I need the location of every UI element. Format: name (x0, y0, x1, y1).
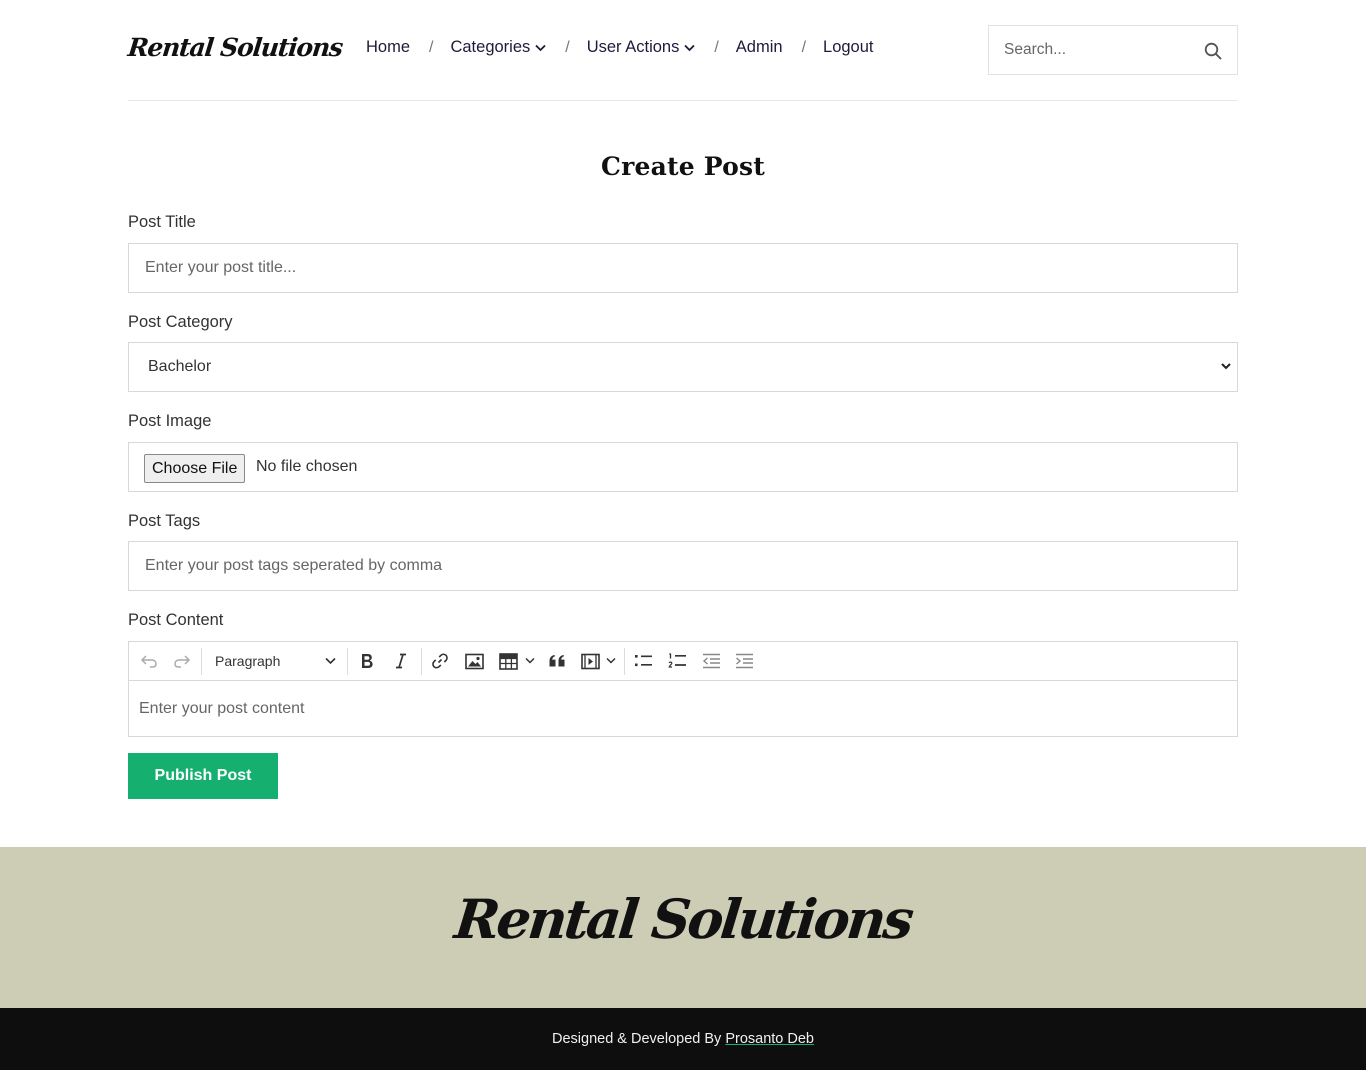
post-title-field (128, 243, 1238, 293)
footer-band: Rental Solutions (0, 847, 1366, 1008)
nav-label: Logout (823, 38, 874, 56)
nav-item-logout[interactable]: Logout (823, 38, 873, 57)
post-content-label: Post Content (128, 611, 224, 629)
file-status-text: No file chosen (256, 458, 358, 475)
editor-content-area[interactable]: Enter your post content (139, 700, 304, 718)
nav-separator: / (714, 38, 719, 56)
main-nav: Home / Categories / User Actions / Admin… (366, 38, 874, 57)
post-tags-field (128, 541, 1238, 591)
post-category-value: Bachelor (148, 358, 212, 375)
toolbar-divider (347, 648, 348, 675)
toolbar-divider (624, 648, 625, 675)
image-icon[interactable] (463, 650, 485, 672)
toolbar-divider (421, 648, 422, 675)
indent-icon[interactable] (733, 650, 755, 672)
credit-link[interactable]: Prosanto Deb (725, 1031, 814, 1047)
italic-icon[interactable] (390, 650, 412, 672)
page-title: Create Post (601, 152, 765, 181)
post-category-label: Post Category (128, 313, 233, 331)
post-tags-input[interactable] (129, 542, 1237, 590)
bulleted-list-icon[interactable] (632, 650, 654, 672)
footer-credit: Designed & Developed By Prosanto Deb (0, 1031, 1366, 1047)
table-icon[interactable] (497, 650, 519, 672)
nav-label: User Actions (586, 38, 680, 56)
site-logo[interactable]: Rental Solutions (126, 33, 343, 62)
numbered-list-icon[interactable] (666, 650, 688, 672)
post-image-label: Post Image (128, 412, 212, 430)
search-icon[interactable] (1203, 41, 1223, 61)
chevron-down-icon (325, 657, 336, 665)
site-header: Rental Solutions Home / Categories / Use… (126, 0, 1238, 101)
footer-bar: Designed & Developed By Prosanto Deb (0, 1008, 1366, 1070)
nav-label: Categories (450, 38, 531, 56)
post-tags-label: Post Tags (128, 512, 201, 530)
chevron-down-icon (1221, 363, 1231, 370)
publish-post-button[interactable]: Publish Post (128, 753, 278, 799)
toolbar-divider (201, 648, 202, 675)
nav-label: Home (366, 38, 411, 56)
editor-toolbar: Paragraph (129, 642, 1237, 681)
post-title-label: Post Title (128, 213, 196, 231)
nav-item-user-actions[interactable]: User Actions (587, 38, 696, 57)
nav-item-categories[interactable]: Categories (450, 38, 546, 57)
footer-logo: Rental Solutions (451, 887, 915, 951)
chevron-down-icon (535, 44, 546, 51)
post-image-field: Choose File No file chosen (128, 442, 1238, 492)
undo-icon[interactable] (138, 650, 160, 672)
chevron-down-icon (684, 44, 695, 51)
credit-text: Designed & Developed By (552, 1031, 722, 1047)
blockquote-icon[interactable] (546, 650, 568, 672)
nav-separator: / (801, 38, 807, 56)
nav-label: Admin (735, 38, 783, 56)
heading-select[interactable]: Paragraph (215, 653, 280, 669)
nav-separator: / (565, 38, 570, 56)
redo-icon[interactable] (171, 650, 193, 672)
choose-file-button[interactable]: Choose File (144, 454, 246, 483)
post-title-input[interactable] (129, 244, 1237, 292)
link-icon[interactable] (429, 650, 451, 672)
chevron-down-icon[interactable] (525, 656, 535, 666)
post-category-select[interactable]: Bachelor (128, 342, 1238, 392)
search-input[interactable] (989, 26, 1189, 74)
rich-text-editor: Paragraph Enter your post content (128, 641, 1238, 737)
nav-item-home[interactable]: Home (366, 38, 410, 57)
outdent-icon[interactable] (700, 650, 722, 672)
search-box (988, 25, 1238, 75)
nav-item-admin[interactable]: Admin (736, 38, 783, 57)
media-icon[interactable] (579, 650, 601, 672)
chevron-down-icon[interactable] (606, 656, 616, 666)
bold-icon[interactable] (356, 650, 378, 672)
nav-separator: / (429, 38, 434, 56)
